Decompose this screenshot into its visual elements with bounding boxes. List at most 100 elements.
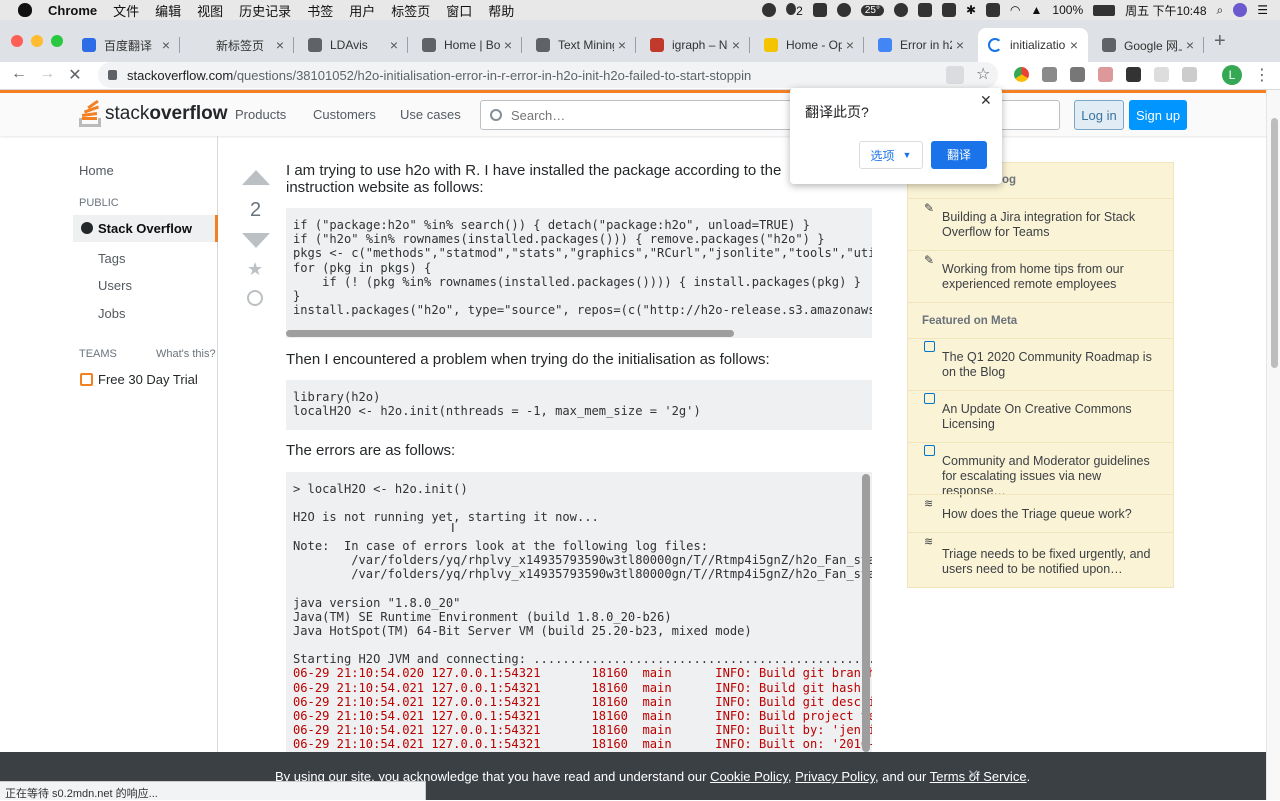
blog-item[interactable]: ✎ Building a Jira integration for Stack … [908,198,1173,250]
blog-item[interactable]: ✎ Working from home tips from our experi… [908,250,1173,302]
favorite-star-icon[interactable]: ★ [247,259,263,280]
browser-tab[interactable]: LDAvis × [298,28,408,62]
maximize-window-button[interactable] [51,35,63,47]
free-trial-link[interactable]: Free 30 Day Trial [98,372,198,387]
airplay-icon[interactable]: ▲ [1031,3,1043,17]
extension-icon-5[interactable] [1126,67,1141,82]
meta-item[interactable]: An Update On Creative Commons Licensing [908,390,1173,442]
code-horizontal-scrollbar[interactable] [286,330,734,337]
tab-close-icon[interactable]: × [842,37,858,53]
extension-icon-4[interactable] [1098,67,1113,82]
apple-icon[interactable] [18,3,32,17]
sidebar-item-jobs[interactable]: Jobs [98,306,125,321]
profile-avatar[interactable]: L [1222,65,1242,85]
app-icon[interactable] [812,3,827,17]
meta-item[interactable]: Community and Moderator guidelines for e… [908,442,1173,498]
sidebar-item-tags[interactable]: Tags [98,251,125,266]
back-button[interactable]: ← [8,65,30,83]
browser-tab[interactable]: Text Mining × [526,28,636,62]
meta-item-title[interactable]: How does the Triage queue work? [942,507,1162,522]
nav-products[interactable]: Products [235,107,286,122]
extension-chrome-icon[interactable] [1014,67,1029,82]
cookie-close-icon[interactable]: ✕ [967,766,980,784]
activity-icon[interactable] [893,3,908,17]
menu-help[interactable]: 帮助 [488,1,514,20]
blog-item-title[interactable]: Working from home tips from our experien… [942,262,1162,292]
privacy-policy-link[interactable]: Privacy Policy [795,769,875,784]
menu-file[interactable]: 文件 [113,1,139,20]
tab-close-icon[interactable]: × [500,37,516,53]
tab-close-icon[interactable]: × [158,37,174,53]
battery-percent[interactable]: 100% [1052,3,1083,17]
address-url[interactable]: stackoverflow.com/questions/38101052/h2o… [127,68,998,83]
close-window-button[interactable] [11,35,23,47]
sidebar-item-users[interactable]: Users [98,278,132,293]
so-logo[interactable]: stack overflow [79,99,227,127]
browser-tab[interactable]: Home | Boo× [412,28,522,62]
extension-icon-6[interactable] [1154,67,1169,82]
menu-history[interactable]: 历史记录 [239,1,291,20]
extension-icon-7[interactable] [1182,67,1197,82]
menu-tab[interactable]: 标签页 [391,1,430,20]
input-method-icon[interactable] [986,3,1001,17]
code-vertical-scrollbar[interactable] [862,474,870,752]
record-icon[interactable] [762,3,777,17]
page-vertical-scrollbar[interactable] [1266,90,1280,800]
meta-item-title[interactable]: An Update On Creative Commons Licensing [942,402,1162,432]
notification-badge[interactable]: 2 [786,2,803,18]
tab-close-icon[interactable]: × [1182,37,1198,53]
memory-icon[interactable] [917,3,932,17]
menu-view[interactable]: 视图 [197,1,223,20]
address-bar[interactable]: stackoverflow.com/questions/38101052/h2o… [98,62,998,88]
browser-tab[interactable]: igraph – Ne × [640,28,750,62]
browser-tab[interactable]: Google 网上× [1092,28,1204,62]
translate-button[interactable]: 翻译 [931,141,987,169]
cookie-policy-link[interactable]: Cookie Policy [710,769,788,784]
browser-menu-icon[interactable]: ⋮ [1254,65,1270,85]
upvote-button[interactable] [242,170,270,185]
menu-edit[interactable]: 编辑 [155,1,181,20]
wifi-icon[interactable]: ◠ [1010,3,1020,17]
tab-close-icon[interactable]: × [952,37,968,53]
menu-window[interactable]: 窗口 [446,1,472,20]
nav-use-cases[interactable]: Use cases [400,107,461,122]
minimize-window-button[interactable] [31,35,43,47]
blog-item-title[interactable]: Building a Jira integration for Stack Ov… [942,210,1162,240]
lock-icon[interactable] [108,70,117,80]
meta-item[interactable]: ≋ Triage needs to be fixed urgently, and… [908,532,1173,588]
tab-close-icon[interactable]: × [272,37,288,53]
loading-stop-button[interactable]: ✕ [64,65,86,85]
browser-tab[interactable]: initialization × [978,28,1088,62]
meta-item[interactable]: ≋ How does the Triage queue work? [908,494,1173,532]
forward-button[interactable]: → [36,65,58,83]
login-button[interactable]: Log in [1074,100,1124,130]
notification-center-icon[interactable]: ☰ [1257,3,1268,17]
temperature-badge[interactable]: 25° [860,4,884,16]
tab-close-icon[interactable]: × [1066,37,1082,53]
sidebar-item-home[interactable]: Home [79,163,114,178]
bookmark-star-icon[interactable]: ☆ [976,64,990,84]
browser-tab[interactable]: 新标签页 × [184,28,294,62]
new-tab-button[interactable]: + [1214,30,1226,53]
spotlight-icon[interactable]: ⌕ [1217,3,1224,18]
downvote-button[interactable] [242,233,270,248]
tab-close-icon[interactable]: × [386,37,402,53]
meta-item-title[interactable]: Community and Moderator guidelines for e… [942,454,1162,499]
bluetooth-icon[interactable]: ✱ [966,3,976,17]
tab-close-icon[interactable]: × [614,37,630,53]
sidebar-item-stackoverflow[interactable]: Stack Overflow [73,215,218,242]
extension-icon-3[interactable] [1070,67,1085,82]
history-icon[interactable] [247,290,263,306]
meta-item[interactable]: The Q1 2020 Community Roadmap is on the … [908,338,1173,390]
browser-tab[interactable]: Error in h2o× [868,28,974,62]
display-icon[interactable] [941,3,956,17]
translate-options-button[interactable]: 选项 ▼ [859,141,923,169]
wechat-icon[interactable] [836,3,851,17]
clock[interactable]: 周五 下午10:48 [1125,2,1206,19]
translate-page-icon[interactable] [946,66,964,84]
meta-item-title[interactable]: Triage needs to be fixed urgently, and u… [942,547,1162,577]
signup-button[interactable]: Sign up [1129,100,1187,130]
browser-tab[interactable]: Home - Ope× [754,28,864,62]
whats-this-link[interactable]: What's this? [156,348,216,360]
nav-customers[interactable]: Customers [313,107,376,122]
